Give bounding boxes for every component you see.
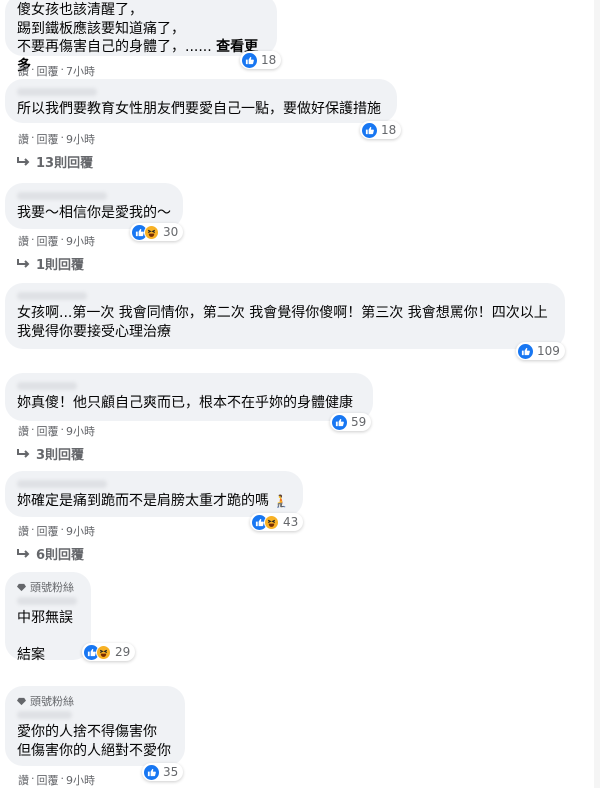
commenter-name[interactable]	[17, 292, 87, 300]
reaction-summary[interactable]: 30	[130, 223, 184, 241]
like-action[interactable]: 讚	[18, 131, 29, 147]
reaction-summary[interactable]: 18	[360, 121, 402, 139]
reply-arrow-icon	[17, 258, 30, 268]
commenter-name[interactable]	[17, 480, 107, 488]
like-icon	[332, 414, 347, 430]
reaction-summary[interactable]: 109	[516, 342, 565, 360]
view-replies-link[interactable]: 1則回覆	[16, 254, 84, 273]
comment-bubble: 女孩啊...第一次 我會同情你，第二次 我會覺得你傻啊！第三次 我會想罵你！四次…	[5, 283, 565, 349]
timestamp[interactable]: 9小時	[66, 233, 95, 249]
comment-actions: 讚 · 回覆 · 9小時	[18, 523, 95, 539]
top-fan-badge: 頭號粉絲	[17, 579, 79, 595]
reply-arrow-icon	[17, 448, 30, 458]
like-action[interactable]: 讚	[18, 523, 29, 539]
commenter-name[interactable]	[17, 711, 72, 719]
like-icon	[518, 343, 533, 359]
reply-arrow-icon	[17, 156, 30, 166]
timestamp[interactable]: 9小時	[66, 423, 95, 439]
reaction-summary[interactable]: 59	[330, 413, 372, 431]
like-icon	[144, 764, 159, 780]
haha-icon	[144, 224, 159, 240]
diamond-icon	[17, 697, 26, 705]
reply-arrow-icon	[17, 548, 30, 558]
commenter-name[interactable]	[17, 192, 107, 200]
like-action[interactable]: 讚	[18, 772, 29, 788]
scrollbar[interactable]	[594, 0, 600, 788]
like-action[interactable]: 讚	[18, 63, 29, 79]
reply-action[interactable]: 回覆	[37, 233, 59, 249]
comment-actions: 讚 · 回覆 · 9小時	[18, 233, 95, 249]
haha-icon	[264, 514, 279, 530]
comment-text: 女孩啊...第一次 我會同情你，第二次 我會覺得你傻啊！第三次 我會想罵你！四次…	[17, 305, 553, 340]
comment-text: 妳真傻！他只顧自己爽而已，根本不在乎妳的身體健康	[17, 395, 353, 411]
like-icon	[362, 122, 377, 138]
reaction-summary[interactable]: 43	[250, 513, 304, 531]
comment-text: 妳確定是痛到跪而不是肩膀太重才跪的嗎 🧎	[17, 493, 289, 509]
commenter-name[interactable]	[17, 88, 97, 96]
reply-action[interactable]: 回覆	[37, 63, 59, 79]
diamond-icon	[17, 583, 26, 591]
view-replies-link[interactable]: 6則回覆	[16, 544, 84, 563]
timestamp[interactable]: 7小時	[66, 63, 95, 79]
comment-bubble: 妳真傻！他只顧自己爽而已，根本不在乎妳的身體健康	[5, 373, 373, 421]
view-replies-link[interactable]: 3則回覆	[16, 444, 84, 463]
reply-action[interactable]: 回覆	[37, 772, 59, 788]
comment-text: 所以我們要教育女性朋友們要愛自己一點，要做好保護措施	[17, 101, 381, 117]
comment-actions: 讚 · 回覆 · 9小時	[18, 772, 95, 788]
reply-action[interactable]: 回覆	[37, 423, 59, 439]
haha-icon	[96, 644, 111, 660]
timestamp[interactable]: 9小時	[66, 523, 95, 539]
comment-actions: 讚 · 回覆 · 7小時	[18, 63, 95, 79]
comment-bubble: 傻女孩也該清醒了， 踢到鐵板應該要知道痛了， 不要再傷害自己的身體了，.....…	[5, 0, 277, 74]
reaction-summary[interactable]: 29	[82, 643, 136, 661]
like-icon	[242, 52, 257, 68]
reaction-summary[interactable]: 35	[142, 763, 184, 781]
like-action[interactable]: 讚	[18, 233, 29, 249]
like-action[interactable]: 讚	[18, 423, 29, 439]
comment-bubble: 頭號粉絲 愛你的人捨不得傷害你 但傷害你的人絕對不愛你	[5, 686, 185, 766]
view-replies-link[interactable]: 13則回覆	[16, 152, 93, 171]
comment-bubble: 頭號粉絲 中邪無誤 結案	[5, 572, 91, 663]
comment-text: 我要～相信你是愛我的～	[17, 205, 171, 221]
timestamp[interactable]: 9小時	[66, 772, 95, 788]
comment-actions: 讚 · 回覆 · 9小時	[18, 131, 95, 147]
reply-action[interactable]: 回覆	[37, 131, 59, 147]
reaction-summary[interactable]: 18	[240, 51, 282, 69]
timestamp[interactable]: 9小時	[66, 131, 95, 147]
comment-actions: 讚 · 回覆 · 9小時	[18, 423, 95, 439]
comment-text: 中邪無誤 結案	[17, 610, 73, 663]
comment-text: 愛你的人捨不得傷害你 但傷害你的人絕對不愛你	[17, 724, 171, 759]
commenter-name[interactable]	[17, 597, 77, 605]
comment-bubble: 所以我們要教育女性朋友們要愛自己一點，要做好保護措施	[5, 79, 397, 123]
commenter-name[interactable]	[17, 382, 77, 390]
person-kneeling-emoji: 🧎	[273, 494, 289, 508]
top-fan-badge: 頭號粉絲	[17, 693, 173, 709]
comment-bubble: 妳確定是痛到跪而不是肩膀太重才跪的嗎 🧎	[5, 471, 303, 517]
reply-action[interactable]: 回覆	[37, 523, 59, 539]
